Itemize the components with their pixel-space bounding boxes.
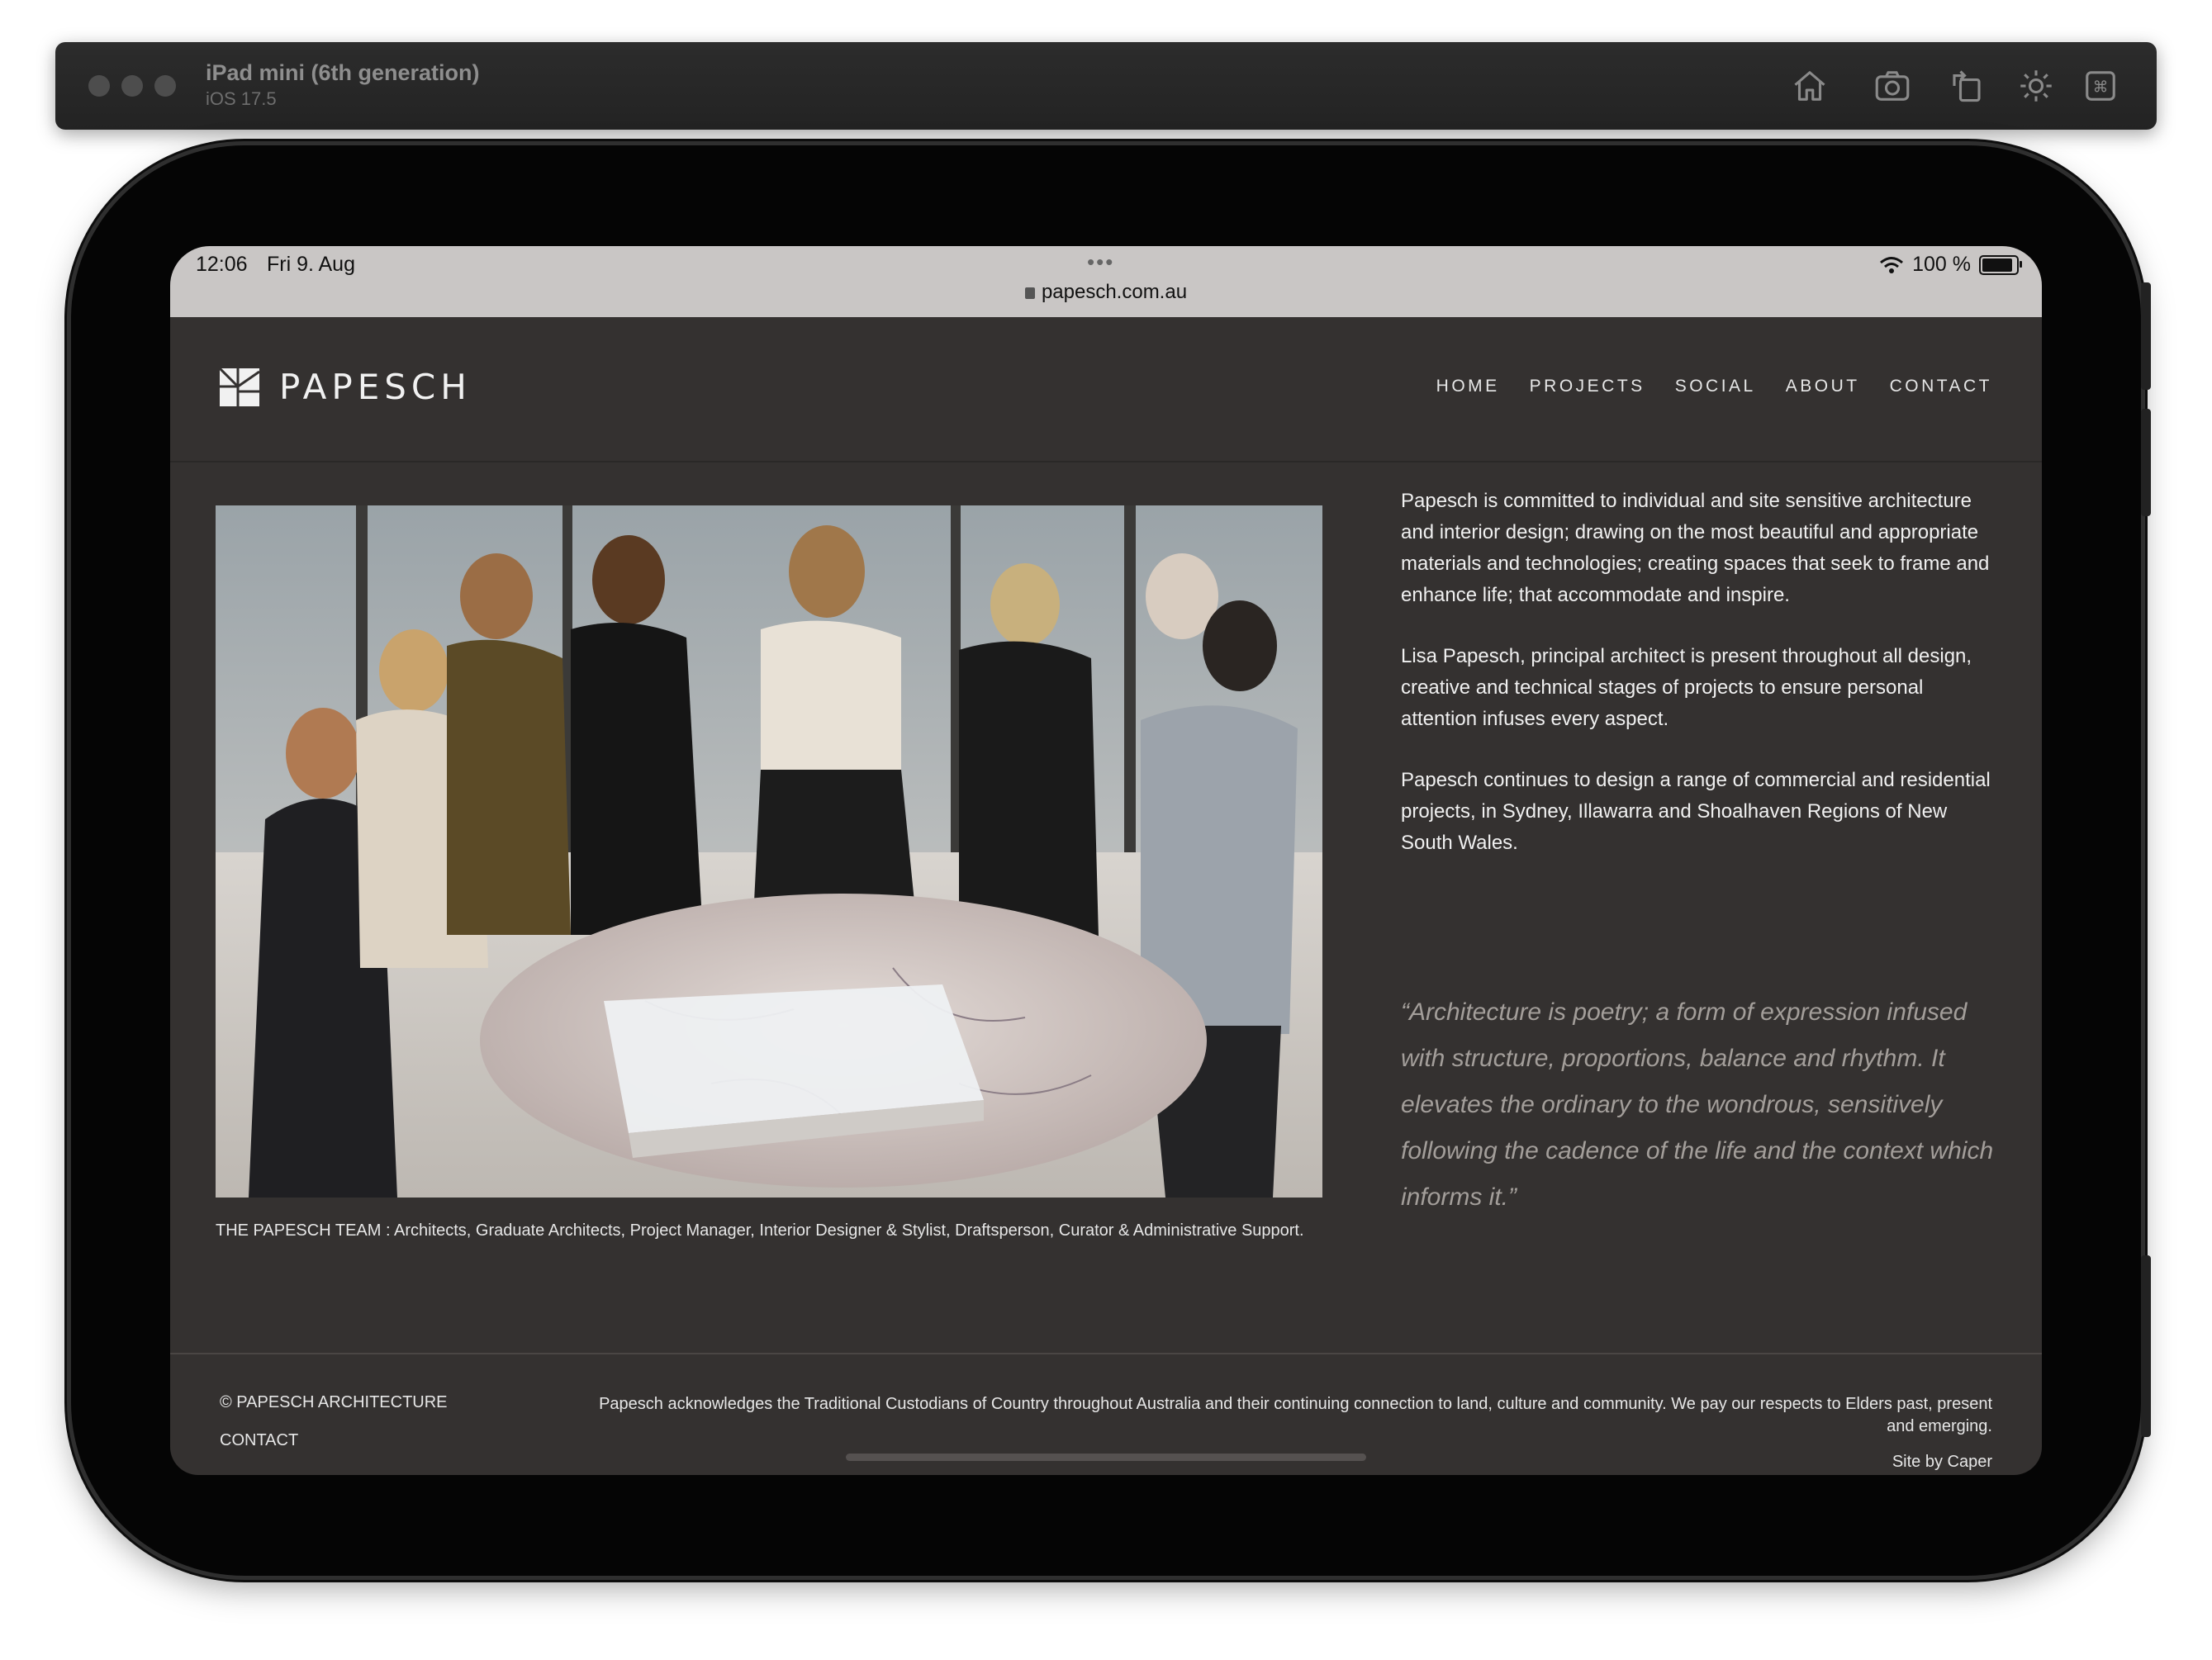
os-version: iOS 17.5 [206,88,277,109]
status-date: Fri 9. Aug [267,253,355,276]
appearance-icon[interactable] [2015,65,2057,107]
window-minimize-button[interactable] [121,75,143,97]
intro-paragraph-2: Lisa Papesch, principal architect is pre… [1401,645,1972,730]
keyboard-command-icon[interactable]: ⌘ [2080,65,2121,107]
photo-caption: THE PAPESCH TEAM : Architects, Graduate … [216,1221,1304,1240]
status-right: 100 % [1879,253,2022,277]
lock-icon [1024,287,1035,299]
battery-icon [1979,254,2022,275]
nav-contact[interactable]: CONTACT [1890,377,1992,396]
footer-site-credit[interactable]: Site by Caper [1892,1453,1992,1472]
footer-acknowledgement: Papesch acknowledges the Traditional Cus… [599,1395,1992,1435]
wifi-icon [1880,256,1904,273]
architecture-quote: “Architecture is poetry; a form of expre… [1401,998,1994,1211]
main-nav: HOME PROJECTS SOCIAL ABOUT CONTACT [1436,377,1992,396]
footer-divider [170,1353,2042,1354]
ipad-screen: 12:06 Fri 9. Aug ••• papesch.com.au 100 … [170,246,2042,1475]
svg-text:⌘: ⌘ [2093,79,2109,97]
footer-contact-link[interactable]: CONTACT [220,1431,298,1450]
intro-text: Papesch is committed to individual and s… [1401,486,1996,889]
status-bar: 12:06 Fri 9. Aug ••• papesch.com.au 100 … [170,246,2042,317]
home-icon[interactable] [1789,65,1830,107]
nav-home[interactable]: HOME [1436,377,1500,396]
nav-projects[interactable]: PROJECTS [1530,377,1645,396]
footer-copyright: © PAPESCH ARCHITECTURE [220,1393,448,1411]
volume-up-button [2141,282,2151,390]
window-close-button[interactable] [88,75,110,97]
simulator-toolbar: iPad mini (6th generation) iOS 17.5 ⌘ [55,42,2157,130]
device-name: iPad mini (6th generation) [206,60,480,85]
site-logo[interactable]: PAPESCH [220,367,472,407]
nav-social[interactable]: SOCIAL [1675,377,1756,396]
side-button [2141,1255,2151,1437]
rotate-icon[interactable] [1946,65,1987,107]
intro-paragraph-1: Papesch is committed to individual and s… [1401,490,1990,606]
site-header: PAPESCH HOME PROJECTS SOCIAL ABOUT CONTA… [170,317,2042,462]
battery-percent: 100 % [1912,253,1971,276]
papesch-logo-icon [220,368,259,406]
nav-about[interactable]: ABOUT [1786,377,1860,396]
logo-text: PAPESCH [279,367,472,407]
url-text: papesch.com.au [1041,281,1188,303]
address-bar[interactable]: papesch.com.au [170,281,2042,304]
multitasking-dots-icon[interactable]: ••• [1087,249,1114,275]
home-indicator[interactable] [846,1454,1366,1461]
screenshot-icon[interactable] [1872,65,1913,107]
volume-down-button [2141,409,2151,516]
window-zoom-button[interactable] [154,75,176,97]
team-photo [216,505,1322,1198]
intro-paragraph-3: Papesch continues to design a range of c… [1401,769,1991,854]
status-time: 12:06 [196,253,248,276]
